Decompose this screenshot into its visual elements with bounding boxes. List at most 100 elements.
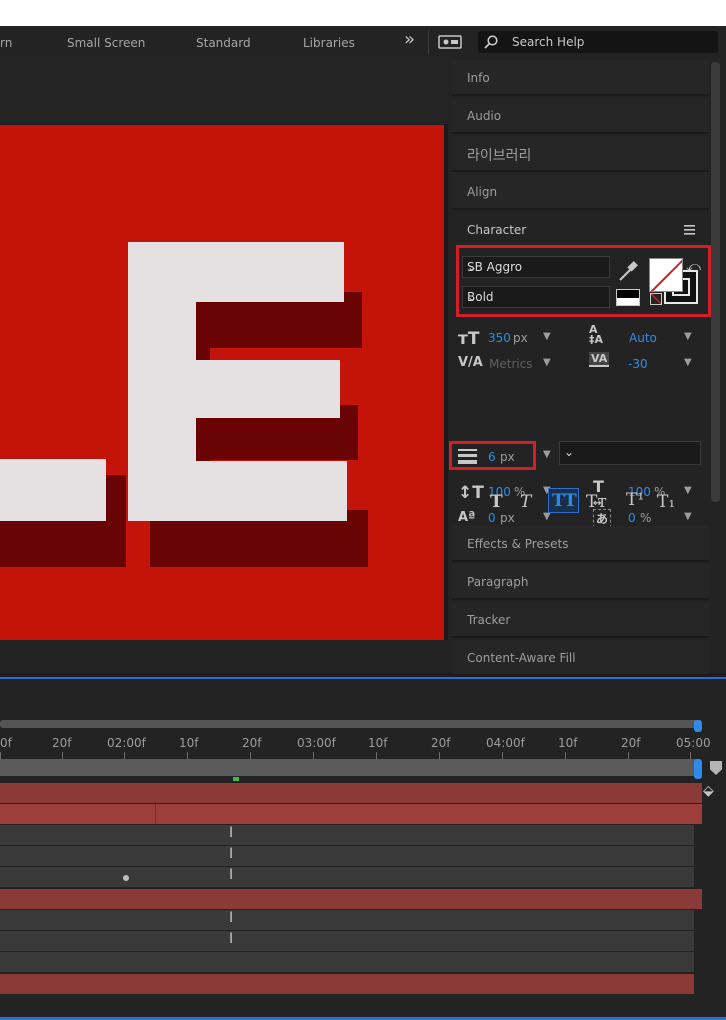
panel-paragraph-label: Paragraph <box>467 575 529 589</box>
work-area-bar[interactable] <box>0 720 700 728</box>
character-panel-title: Character <box>467 223 527 237</box>
keyframe-icon[interactable]: I <box>229 910 233 926</box>
timeline-panel: 0f 20f 02:00f 10f 20f 03:00f 10f 20f 04:… <box>0 677 726 1020</box>
panel-tracker-label: Tracker <box>467 613 511 627</box>
leading-dropdown-icon[interactable]: ▼ <box>684 331 692 342</box>
stroke-width-dropdown-icon[interactable]: ▼ <box>543 449 551 460</box>
keyframe-icon[interactable]: I <box>229 931 233 947</box>
swap-colors-icon[interactable]: ⤺ <box>686 259 701 275</box>
keyframe-icon[interactable]: I <box>229 846 233 862</box>
property-row[interactable]: I <box>0 867 694 887</box>
eyedropper-icon[interactable] <box>616 259 640 283</box>
panel-libraries-label: 라이브러리 <box>467 148 532 164</box>
panel-libraries[interactable]: 라이브러리 <box>452 136 709 172</box>
panel-effects-presets-label: Effects & Presets <box>467 537 569 551</box>
ruler-label: 10f <box>558 736 578 750</box>
ruler-label: 02:00f <box>107 736 146 750</box>
workspace-settings-icon[interactable] <box>438 35 462 49</box>
font-size-value[interactable]: 350 <box>488 331 511 345</box>
property-row[interactable] <box>0 952 694 972</box>
text-style-buttons: T T TT Tт T¹ T₁ <box>452 484 709 524</box>
property-row[interactable]: I <box>0 825 694 845</box>
swatch-black-white[interactable] <box>616 289 640 306</box>
search-placeholder: Search Help <box>512 35 585 49</box>
panel-effects-presets[interactable]: Effects & Presets <box>452 526 709 562</box>
ruler-label: 04:00f <box>486 736 525 750</box>
time-navigator-end-handle[interactable] <box>694 759 702 779</box>
leading-icon: A ‡A <box>589 323 604 346</box>
keyframe-dot[interactable] <box>123 875 129 881</box>
composition-viewer[interactable]: LE <box>0 58 448 673</box>
search-help-field[interactable]: Search Help <box>478 31 718 53</box>
ruler-label: 0f <box>0 736 12 750</box>
property-row[interactable]: I <box>0 846 694 866</box>
panel-tracker[interactable]: Tracker <box>452 602 709 638</box>
ruler-label: 20f <box>621 736 641 750</box>
ruler-label: 20f <box>52 736 72 750</box>
tracking-value[interactable]: -30 <box>628 357 648 371</box>
workspace-tab-standard[interactable]: Standard <box>196 36 251 50</box>
workspace-overflow-icon[interactable]: » <box>404 29 415 50</box>
font-family-dropdown[interactable]: SB Aggro ⌄ <box>462 256 610 278</box>
current-time-indicator[interactable] <box>710 761 722 775</box>
small-caps-button[interactable]: Tт <box>586 492 607 512</box>
kerning-dropdown-icon[interactable]: ▼ <box>543 357 551 368</box>
panel-scrollbar[interactable] <box>711 62 720 502</box>
panel-paragraph[interactable]: Paragraph <box>452 564 709 600</box>
panel-audio-label: Audio <box>467 109 502 123</box>
stroke-style-dropdown[interactable]: ⌄ <box>559 441 701 465</box>
divider <box>428 30 429 54</box>
layer-bar[interactable] <box>0 889 702 909</box>
panel-info-label: Info <box>467 71 490 85</box>
font-size-dropdown-icon[interactable]: ▼ <box>543 331 551 342</box>
workspace-tab-learn[interactable]: rn <box>0 36 12 50</box>
text-glyphs <box>0 242 347 521</box>
marker-green <box>233 777 239 781</box>
layer-bar[interactable] <box>0 783 702 803</box>
comp-marker-bin-icon[interactable]: ⬙ <box>703 783 714 799</box>
ruler-label: 05:00 <box>676 736 711 750</box>
chevron-down-icon: ⌄ <box>467 260 478 274</box>
all-caps-label: TT <box>552 491 577 511</box>
panel-info[interactable]: Info <box>452 60 709 96</box>
stroke-width-icon <box>458 449 477 464</box>
layer-bar[interactable] <box>0 804 702 824</box>
property-row[interactable]: I <box>0 910 694 930</box>
all-caps-button[interactable]: TT <box>548 488 579 513</box>
font-size-icon: ᴛT <box>458 329 480 349</box>
faux-bold-button[interactable]: T <box>490 492 503 512</box>
stroke-width-unit: px <box>500 450 515 464</box>
leading-value[interactable]: Auto <box>629 331 657 345</box>
superscript-button[interactable]: T¹ <box>626 490 644 510</box>
layer-bar[interactable] <box>0 974 694 994</box>
ruler-label: 10f <box>368 736 388 750</box>
panel-audio[interactable]: Audio <box>452 98 709 134</box>
keyframe-icon[interactable]: I <box>229 867 233 883</box>
panel-align[interactable]: Align <box>452 174 709 210</box>
subscript-button[interactable]: T₁ <box>657 492 675 512</box>
workspace-tab-small-screen[interactable]: Small Screen <box>67 36 145 50</box>
kerning-icon: V/A <box>458 355 483 370</box>
stroke-width-value[interactable]: 6 <box>488 450 496 464</box>
time-navigator-bar[interactable] <box>0 759 700 776</box>
panel-content-aware-fill[interactable]: Content-Aware Fill <box>452 640 709 676</box>
faux-italic-button[interactable]: T <box>520 492 531 512</box>
ruler-label: 20f <box>431 736 451 750</box>
tracking-icon: VA <box>589 352 610 367</box>
composition-canvas[interactable]: LE <box>0 125 444 640</box>
no-fill-swatch[interactable] <box>650 293 662 305</box>
workspace-tab-libraries[interactable]: Libraries <box>303 36 355 50</box>
font-style-dropdown[interactable]: Bold ⌄ <box>462 286 610 308</box>
property-row[interactable]: I <box>0 931 694 951</box>
viewer-footer <box>0 640 448 673</box>
comp-text-layer[interactable]: LE <box>0 125 444 640</box>
ruler-label: 10f <box>179 736 199 750</box>
workspace-bar: rn Small Screen Standard Libraries » Sea… <box>0 26 726 58</box>
keyframe-icon[interactable]: I <box>229 825 233 841</box>
fill-color-swatch[interactable] <box>649 258 683 292</box>
right-panel-stack: Info Audio 라이브러리 Align Character SB Aggr… <box>448 58 726 676</box>
tracking-dropdown-icon[interactable]: ▼ <box>684 357 692 368</box>
work-area-end-handle[interactable] <box>694 720 702 732</box>
kerning-value[interactable]: Metrics <box>489 357 533 371</box>
panel-menu-icon[interactable] <box>684 225 696 235</box>
